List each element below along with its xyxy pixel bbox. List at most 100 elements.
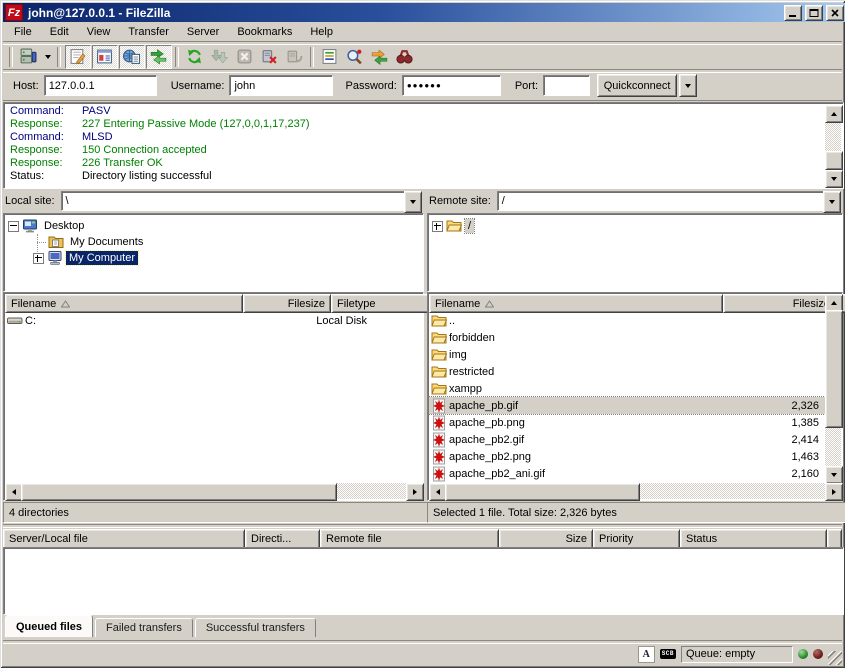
menu-item-bookmarks[interactable]: Bookmarks	[228, 24, 301, 41]
column-header-filename[interactable]: Filename	[5, 294, 243, 313]
site-manager-button[interactable]	[17, 46, 41, 68]
tree-item-root[interactable]: /	[432, 218, 474, 234]
file-row[interactable]: apache_pb.png 1,385	[429, 414, 825, 431]
column-header-filename[interactable]: Filename	[429, 294, 723, 313]
cancel-button[interactable]	[233, 46, 257, 68]
toggle-message-log-button[interactable]	[65, 45, 91, 69]
speedlimit-badge-icon[interactable]: SCB	[660, 649, 676, 659]
minimize-button[interactable]	[784, 5, 802, 21]
menu-item-view[interactable]: View	[78, 24, 120, 41]
resize-grip[interactable]	[828, 651, 842, 665]
toggle-local-tree-button[interactable]	[92, 45, 118, 69]
scroll-right-button[interactable]	[825, 483, 843, 501]
column-header-server-local-file[interactable]: Server/Local file	[3, 529, 245, 549]
tab-queued-files[interactable]: Queued files	[5, 615, 93, 637]
filter-button[interactable]	[318, 46, 342, 68]
file-row[interactable]: apache_pb2.png 1,463	[429, 448, 825, 465]
menu-item-server[interactable]: Server	[178, 24, 228, 41]
scroll-down-button[interactable]	[825, 170, 843, 188]
local-site-dropdown[interactable]	[404, 191, 422, 213]
compare-directories-button[interactable]	[343, 46, 367, 68]
scroll-thumb[interactable]	[825, 151, 843, 170]
file-row[interactable]: img	[429, 346, 825, 363]
reconnect-button[interactable]	[283, 46, 307, 68]
file-row[interactable]: xampp	[429, 380, 825, 397]
menu-item-help[interactable]: Help	[301, 24, 342, 41]
quickconnect-button[interactable]: Quickconnect	[597, 74, 677, 97]
quickconnect-dropdown[interactable]	[679, 74, 697, 97]
local-site-path: \	[66, 195, 69, 207]
refresh-icon	[186, 48, 203, 65]
column-header-status[interactable]: Status	[680, 529, 827, 549]
file-row[interactable]: ..	[429, 312, 825, 329]
file-row-selected[interactable]: apache_pb.gif 2,326	[429, 397, 825, 414]
port-input[interactable]	[543, 75, 590, 96]
toggle-remote-tree-button[interactable]	[119, 45, 145, 69]
column-label: Filename	[435, 298, 480, 310]
remote-site-value[interactable]: /	[497, 191, 823, 211]
remote-site-combo[interactable]: /	[497, 191, 841, 211]
remote-site-dropdown[interactable]	[823, 191, 841, 213]
column-header-priority[interactable]: Priority	[593, 529, 680, 549]
username-label: Username:	[171, 80, 225, 92]
column-label: Remote file	[326, 533, 382, 545]
transfer-type-icon[interactable]: A	[638, 646, 655, 663]
refresh-button[interactable]	[183, 46, 207, 68]
expand-icon[interactable]	[33, 253, 44, 264]
maximize-button[interactable]	[805, 5, 823, 21]
remote-hscrollbar[interactable]	[429, 483, 841, 499]
menu-item-transfer[interactable]: Transfer	[119, 24, 178, 41]
my-computer-icon	[47, 250, 63, 266]
find-files-button[interactable]	[393, 46, 417, 68]
file-row[interactable]: apache_pb2_ani.gif 2,160	[429, 465, 825, 482]
column-header-remote-file[interactable]: Remote file	[320, 529, 499, 549]
scroll-right-button[interactable]	[406, 483, 424, 501]
local-site-value[interactable]: \	[61, 191, 404, 211]
file-row[interactable]: restricted	[429, 363, 825, 380]
close-button[interactable]	[826, 5, 844, 21]
toggle-transfer-queue-button[interactable]	[146, 45, 172, 69]
tree-item-my-computer[interactable]: My Computer	[33, 250, 138, 266]
process-queue-button[interactable]	[208, 46, 232, 68]
transfer-queue-icon	[150, 48, 167, 65]
host-input[interactable]: 127.0.0.1	[44, 75, 157, 96]
app-logo-icon[interactable]: Fz	[5, 4, 23, 21]
column-header-filesize[interactable]: Filesize	[723, 294, 836, 313]
collapse-icon[interactable]	[8, 221, 19, 232]
file-row-local-disk[interactable]: C: Local Disk	[5, 312, 422, 329]
remote-status-label: Selected 1 file. Total size: 2,326 bytes	[433, 507, 617, 519]
scroll-up-button[interactable]	[825, 105, 843, 123]
local-site-combo[interactable]: \	[61, 191, 422, 211]
column-header-direction[interactable]: Directi...	[245, 529, 320, 549]
scroll-down-button[interactable]	[825, 466, 843, 484]
chevron-down-icon	[829, 200, 835, 204]
column-header-filesize[interactable]: Filesize	[243, 294, 331, 313]
column-header-size[interactable]: Size	[499, 529, 593, 549]
file-row[interactable]: apache_pb2.gif 2,414	[429, 431, 825, 448]
image-file-icon	[431, 432, 447, 448]
username-input[interactable]: john	[229, 75, 333, 96]
triangle-up-icon	[831, 301, 837, 305]
menu-item-edit[interactable]: Edit	[41, 24, 78, 41]
scroll-thumb[interactable]	[825, 310, 843, 428]
status-bar: A SCB Queue: empty	[3, 643, 845, 665]
tab-successful-transfers[interactable]: Successful transfers	[195, 618, 316, 637]
remote-vscrollbar[interactable]	[825, 294, 841, 482]
tab-failed-transfers[interactable]: Failed transfers	[95, 618, 193, 637]
log-scrollbar[interactable]	[825, 105, 841, 186]
site-manager-dropdown[interactable]	[41, 46, 54, 68]
synchronized-browsing-button[interactable]	[368, 46, 392, 68]
file-row[interactable]: forbidden	[429, 329, 825, 346]
password-input[interactable]: ●●●●●●	[402, 75, 501, 96]
expand-icon[interactable]	[432, 221, 443, 232]
local-hscrollbar[interactable]	[5, 483, 422, 499]
tree-item-my-documents[interactable]: My Documents	[45, 234, 146, 250]
scroll-thumb[interactable]	[445, 483, 640, 501]
file-type: Local Disk	[312, 312, 422, 329]
scroll-thumb[interactable]	[21, 483, 337, 501]
window-title: john@127.0.0.1 - FileZilla	[26, 6, 781, 20]
disconnect-button[interactable]	[258, 46, 282, 68]
tree-item-label: My Documents	[67, 235, 146, 249]
menu-item-file[interactable]: File	[5, 24, 41, 41]
tree-item-desktop[interactable]: Desktop	[8, 218, 87, 234]
